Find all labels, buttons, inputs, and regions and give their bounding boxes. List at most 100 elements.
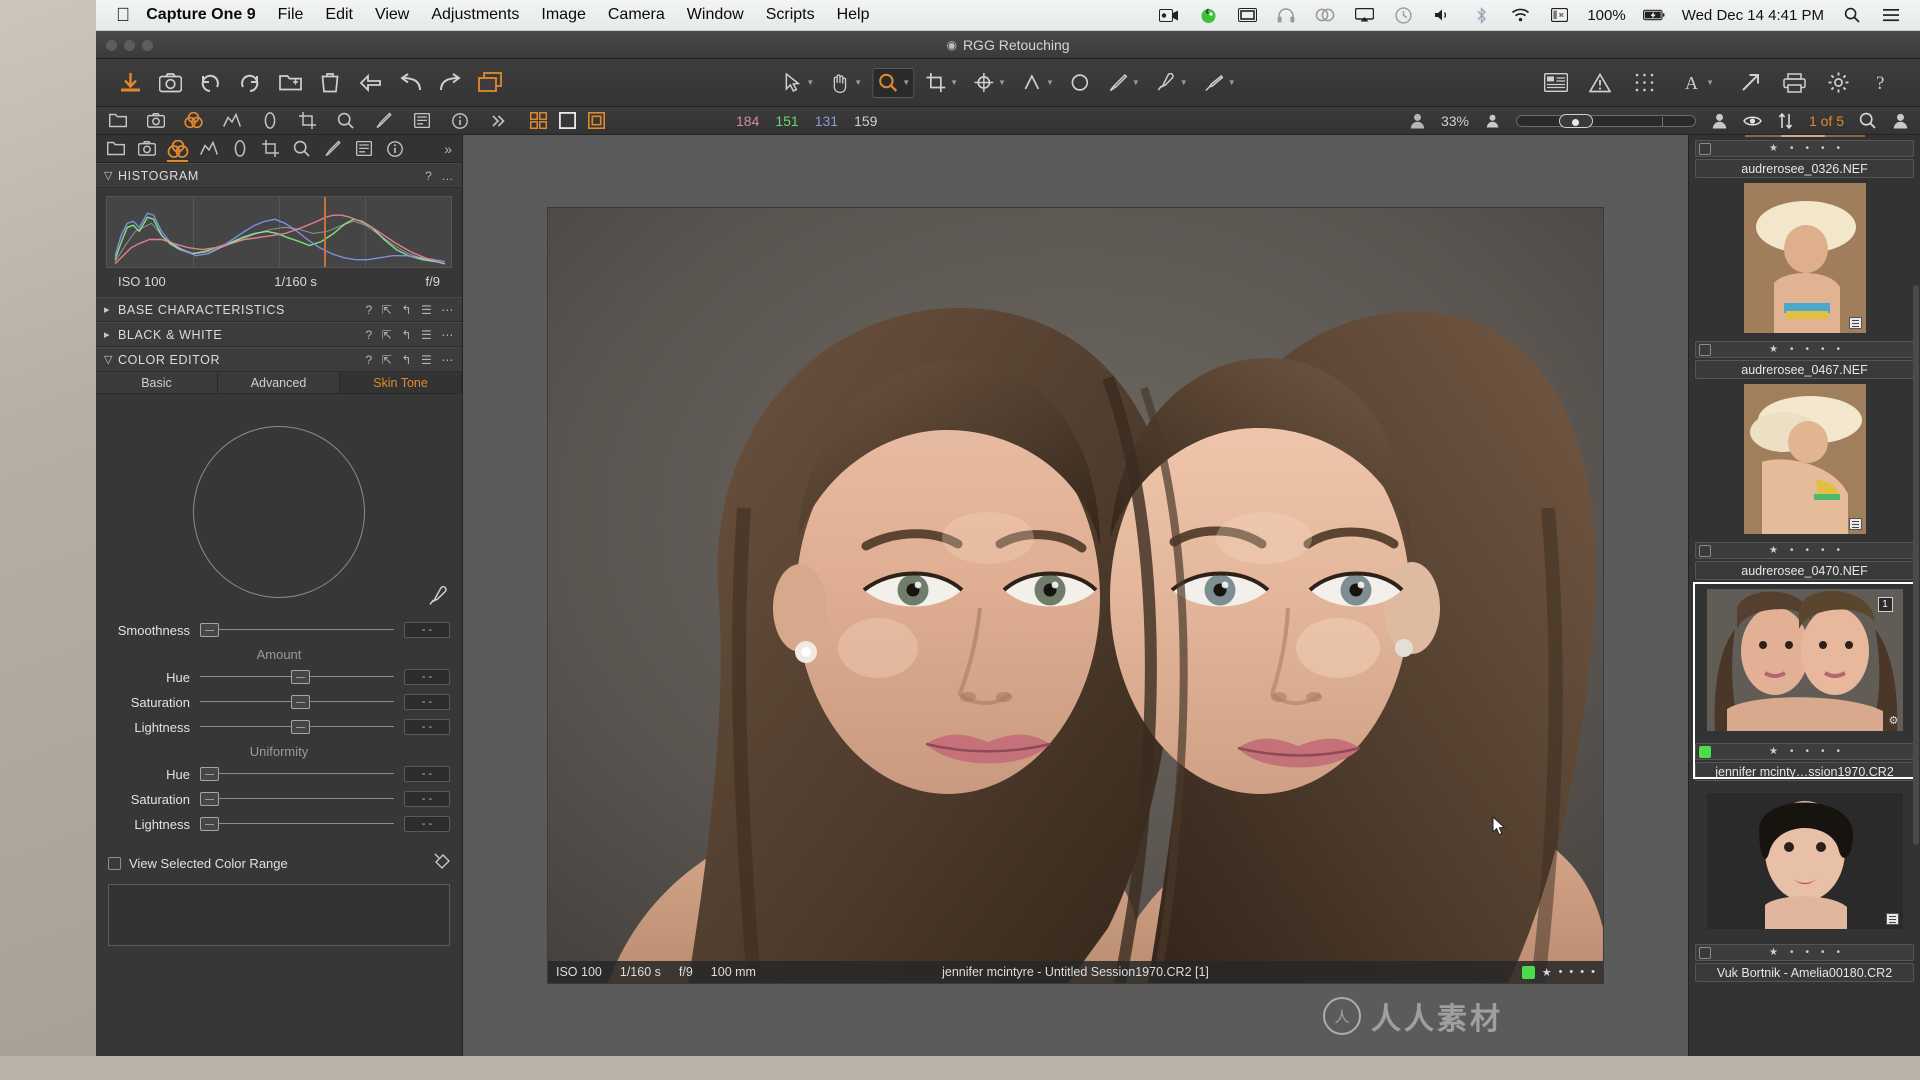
output-tab-icon[interactable]: [450, 111, 469, 130]
screen-record-icon[interactable]: [1158, 5, 1180, 25]
copy-apply-button[interactable]: [398, 71, 422, 95]
image-browser[interactable]: ★ • • • • audrerosee_0326.NEF ★ • • • • …: [1688, 135, 1920, 1056]
help-icon[interactable]: ?: [425, 169, 432, 183]
minimize-button[interactable]: [124, 40, 135, 51]
slider-knob-uniformity-saturation[interactable]: [200, 792, 219, 806]
star-dot-icon[interactable]: •: [1805, 746, 1809, 757]
maximize-button[interactable]: [142, 40, 153, 51]
star-filled-icon[interactable]: ★: [1769, 947, 1778, 958]
tab-advanced[interactable]: Advanced: [218, 372, 340, 393]
help-icon[interactable]: ?: [365, 328, 372, 342]
lens-tab-icon[interactable]: [260, 111, 279, 130]
printer-icon[interactable]: [1782, 71, 1806, 95]
section-header-histogram[interactable]: ▽ HISTOGRAM ? …: [96, 163, 462, 188]
grid-view-button[interactable]: [529, 111, 548, 130]
tool-tab-metadata[interactable]: [348, 136, 379, 162]
user-icon[interactable]: [1891, 111, 1910, 130]
battery-charging-icon[interactable]: [1642, 5, 1665, 25]
thumbnail-meta-row[interactable]: ★ • • • •: [1695, 944, 1914, 961]
close-button[interactable]: [106, 40, 117, 51]
star-filled-icon[interactable]: ★: [1769, 344, 1778, 355]
star-dot-icon[interactable]: •: [1569, 966, 1573, 978]
slider-track-amount-hue[interactable]: [200, 670, 394, 684]
star-dot-icon[interactable]: •: [1790, 545, 1794, 556]
thumbnail-color-tag[interactable]: [1699, 142, 1711, 155]
color-picker-tool[interactable]: ▼: [1150, 68, 1192, 98]
composition-tab-icon[interactable]: [298, 111, 317, 130]
slider-amount-saturation[interactable]: Saturation - -: [96, 691, 462, 713]
star-dot-icon[interactable]: •: [1837, 143, 1841, 154]
menu-help[interactable]: Help: [837, 6, 870, 24]
reset-icon[interactable]: ⇱: [382, 328, 393, 342]
trash-icon[interactable]: [318, 71, 342, 95]
section-header-base-characteristics[interactable]: ▸ BASE CHARACTERISTICS ? ⇱ ↰ ☰ ⋯: [96, 297, 462, 322]
thumbnail-filename[interactable]: audrerosee_0326.NEF: [1695, 159, 1914, 178]
process-recipes-button[interactable]: [1738, 71, 1762, 95]
star-dot-icon[interactable]: •: [1837, 545, 1841, 556]
color-wheel-area[interactable]: [96, 404, 462, 619]
tool-tab-color[interactable]: [162, 136, 193, 162]
pan-tool[interactable]: ▼: [824, 68, 866, 98]
slider-value-amount-hue[interactable]: - -: [404, 669, 450, 685]
window-traffic-lights[interactable]: [106, 40, 153, 51]
menu-scripts[interactable]: Scripts: [766, 6, 815, 24]
library-tab-icon[interactable]: [108, 111, 127, 130]
draw-mask-tool[interactable]: ▼: [1102, 68, 1144, 98]
thumbnail-filename[interactable]: audrerosee_0467.NEF: [1695, 360, 1914, 379]
star-filled-icon[interactable]: ★: [1769, 143, 1778, 154]
slider-knob-amount-lightness[interactable]: [291, 720, 311, 734]
star-dot-icon[interactable]: •: [1591, 966, 1595, 978]
photo-frame[interactable]: ISO 100 1/160 s f/9 100 mm jennifer mcin…: [548, 208, 1603, 983]
help-icon[interactable]: ?: [365, 353, 372, 367]
section-header-color-editor[interactable]: ▽ COLOR EDITOR ? ⇱ ↰ ☰ ⋯: [96, 347, 462, 372]
volume-icon[interactable]: [1431, 5, 1453, 25]
tool-tab-exposure[interactable]: [193, 136, 224, 162]
star-dot-icon[interactable]: •: [1821, 545, 1825, 556]
star-dot-icon[interactable]: •: [1821, 344, 1825, 355]
capture-button[interactable]: [158, 71, 182, 95]
more-tabs-icon[interactable]: [488, 111, 507, 130]
slider-knob-amount-saturation[interactable]: [291, 695, 311, 709]
slider-amount-lightness[interactable]: Lightness - -: [96, 716, 462, 738]
star-dot-icon[interactable]: •: [1559, 966, 1563, 978]
slider-uniformity-saturation[interactable]: Saturation - -: [96, 788, 462, 810]
reset-icon[interactable]: ⇱: [382, 353, 393, 367]
thumbnail-item[interactable]: ★ • • • • audrerosee_0467.NEF: [1689, 178, 1920, 379]
reset-adjustments-button[interactable]: [358, 71, 382, 95]
zoom-slider-knob[interactable]: [1558, 113, 1593, 128]
slider-knob-smoothness[interactable]: [200, 623, 219, 637]
menu-list-icon[interactable]: [1880, 5, 1902, 25]
thumbnail-image[interactable]: [1689, 135, 1920, 137]
star-dot-icon[interactable]: •: [1805, 143, 1809, 154]
thumbnail-meta-row[interactable]: ★ • • • •: [1695, 743, 1914, 760]
adjustments-tab-icon[interactable]: [374, 111, 393, 130]
redo-button[interactable]: [238, 71, 262, 95]
tool-tab-composition[interactable]: [255, 136, 286, 162]
presets-icon[interactable]: ☰: [421, 303, 432, 317]
headphones-icon[interactable]: [1275, 5, 1297, 25]
slider-value-smoothness[interactable]: - -: [404, 622, 450, 638]
view-selected-color-range-row[interactable]: View Selected Color Range: [96, 838, 462, 880]
thumbnail-meta-row[interactable]: ★ • • • •: [1695, 542, 1914, 559]
image-viewer[interactable]: ISO 100 1/160 s f/9 100 mm jennifer mcin…: [463, 135, 1688, 1056]
zoom-slider[interactable]: [1515, 113, 1696, 128]
thumbnail-color-tag[interactable]: [1699, 745, 1711, 758]
apply-adjustments-button[interactable]: [438, 71, 462, 95]
capture-tab-icon[interactable]: [146, 111, 165, 130]
star-filled-icon[interactable]: ★: [1769, 545, 1778, 556]
undo-icon[interactable]: ↰: [401, 303, 412, 317]
options-icon[interactable]: ⋯: [441, 303, 454, 317]
menu-edit[interactable]: Edit: [325, 6, 353, 24]
reset-icon[interactable]: ⇱: [382, 303, 393, 317]
bluetooth-icon[interactable]: [1470, 5, 1492, 25]
wifi-icon[interactable]: [1509, 5, 1531, 25]
star-dot-icon[interactable]: •: [1837, 947, 1841, 958]
slider-knob-uniformity-lightness[interactable]: [200, 817, 219, 831]
tools-panel-more-button[interactable]: »: [444, 141, 458, 157]
view-selected-color-range-checkbox[interactable]: [108, 856, 121, 870]
creative-cloud-icon[interactable]: [1314, 5, 1336, 25]
thumbnail-meta-row[interactable]: ★ • • • •: [1695, 140, 1914, 157]
app-green-icon[interactable]: [1197, 5, 1219, 25]
tool-tab-output[interactable]: [379, 136, 410, 162]
thumbnail-item[interactable]: ★ • • • • Vuk Bortnik - Amelia00180.CR2: [1689, 781, 1920, 982]
